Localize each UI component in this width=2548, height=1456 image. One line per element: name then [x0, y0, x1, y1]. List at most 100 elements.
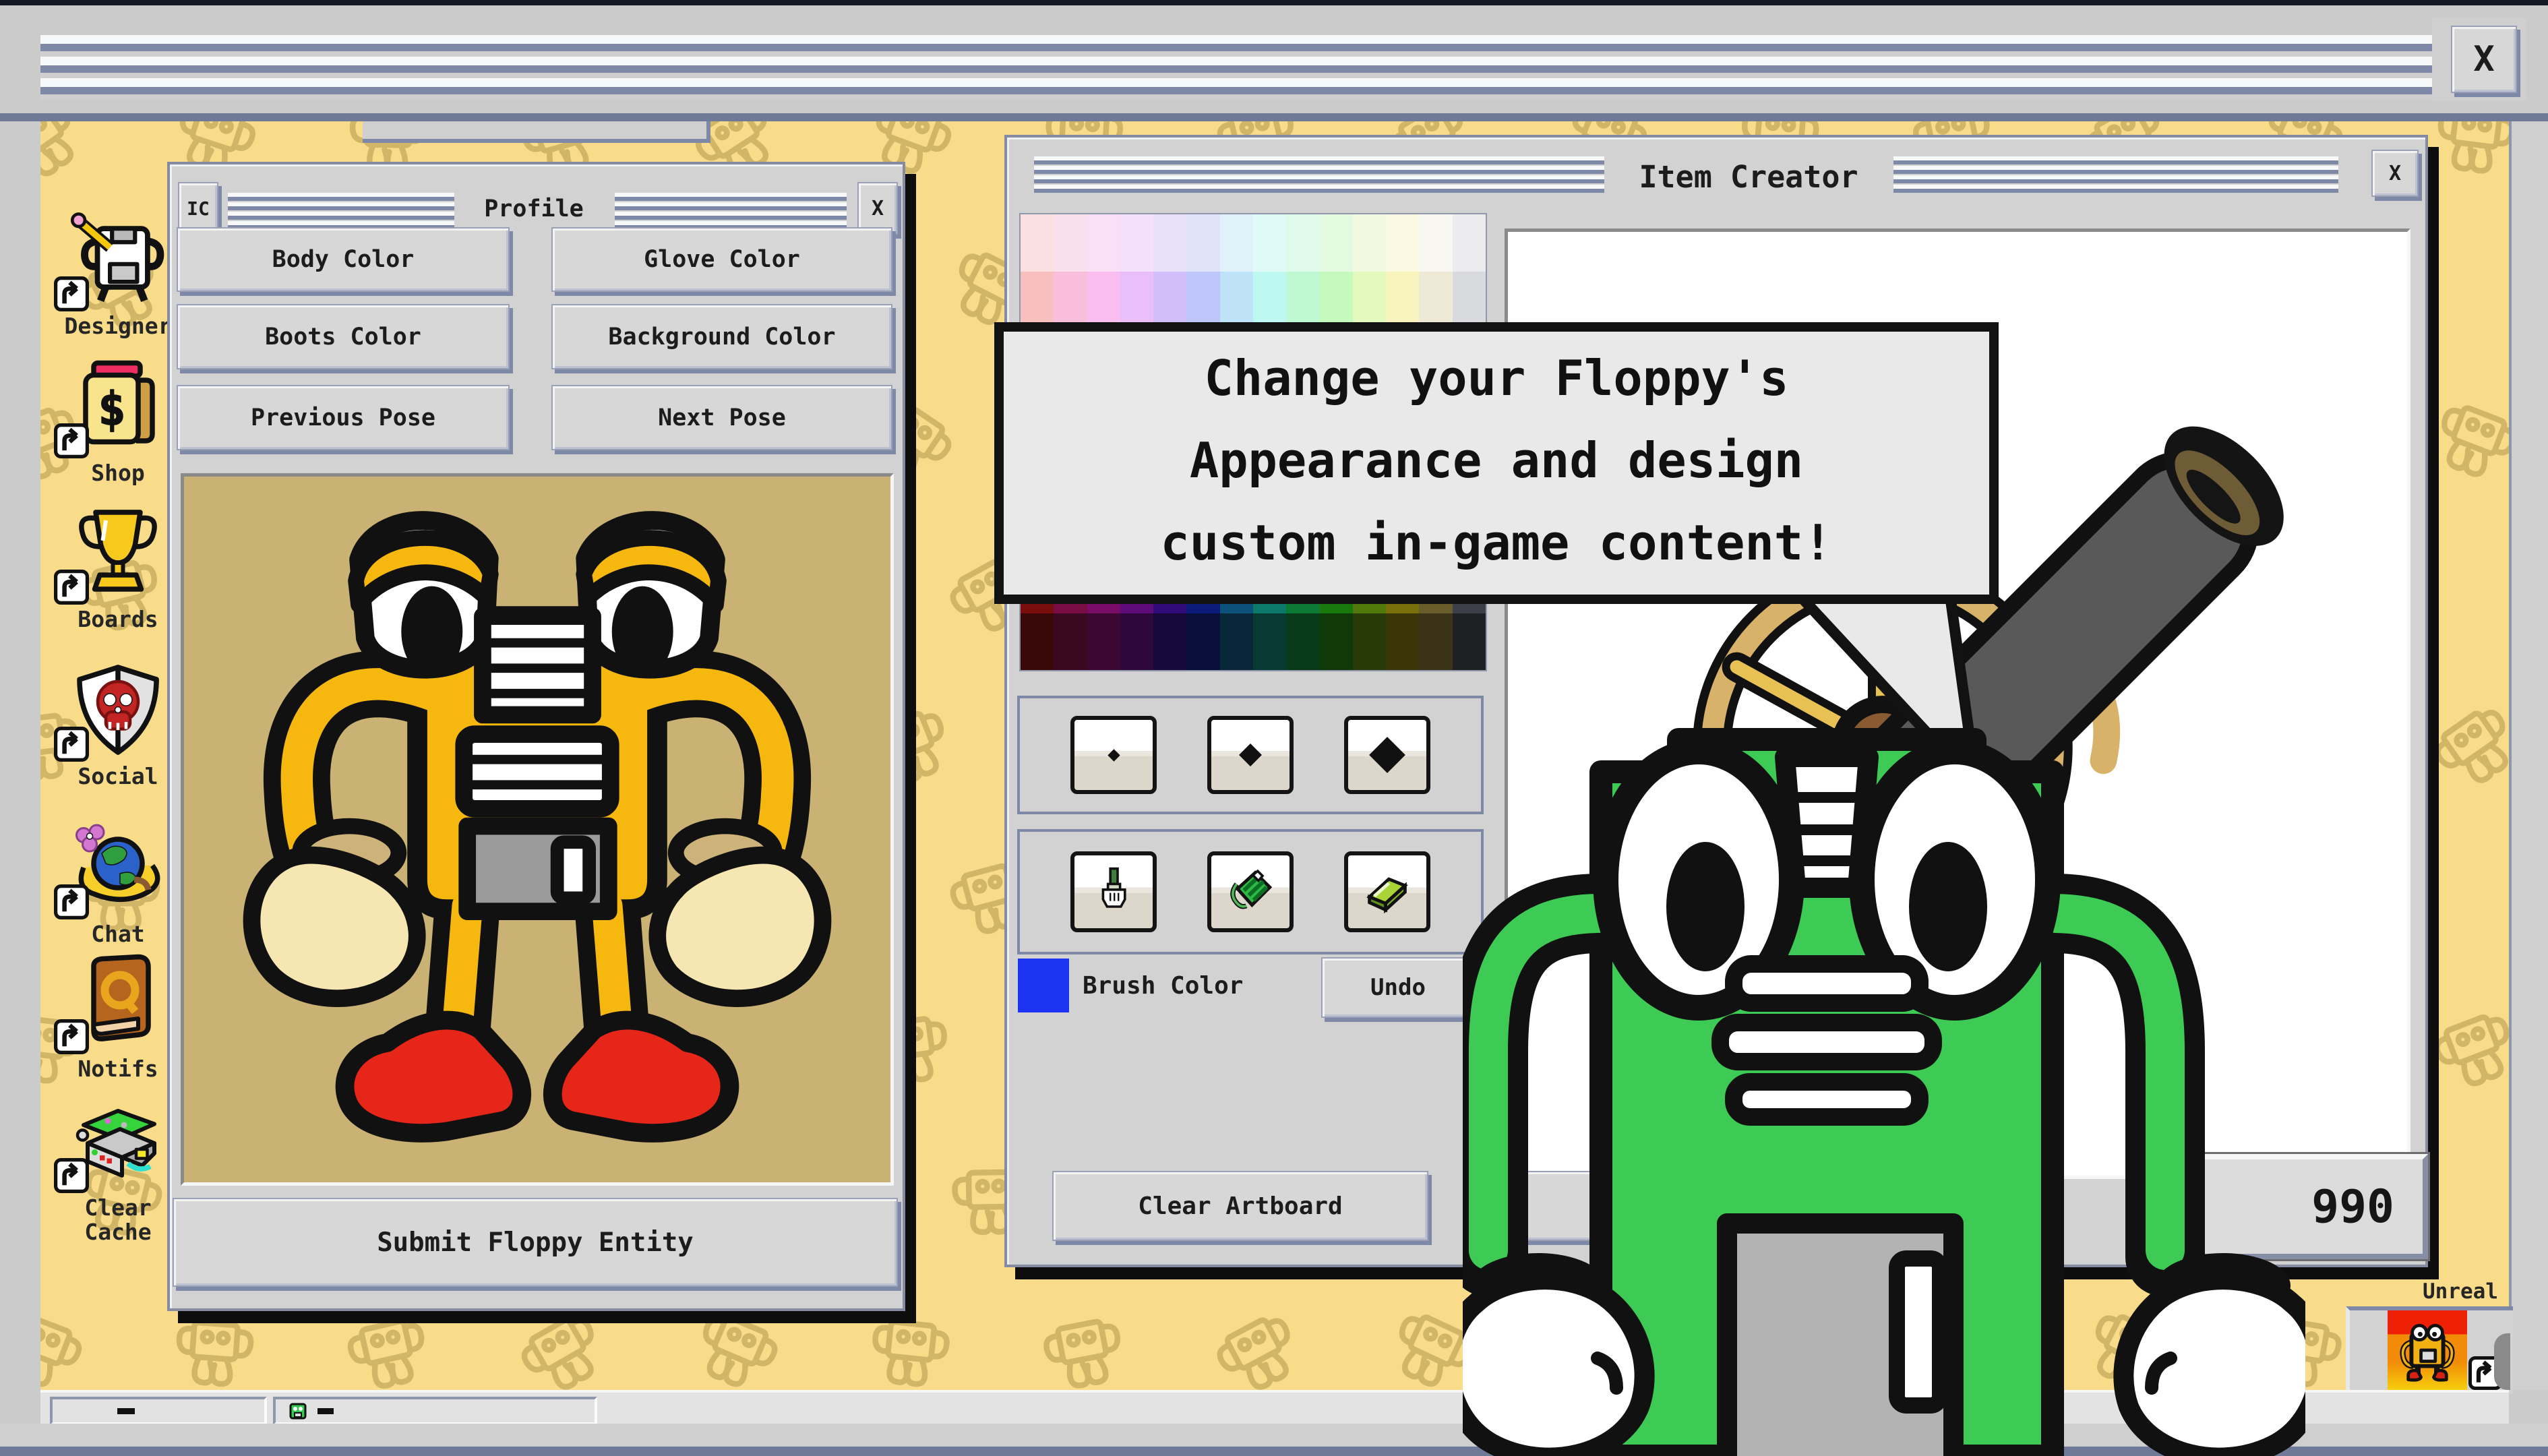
sidebar-item-designer[interactable]: Designer: [54, 206, 182, 338]
right-frame-column: [2509, 121, 2548, 1390]
brush-tool-button[interactable]: [1070, 851, 1157, 932]
wallpaper-doodle: [2490, 1130, 2509, 1269]
palette-cell[interactable]: [1087, 272, 1120, 329]
brush-color-swatch[interactable]: [1018, 959, 1069, 1012]
palette-cell[interactable]: [1286, 272, 1319, 329]
palette-cell[interactable]: [1186, 272, 1219, 329]
palette-cell[interactable]: [1419, 272, 1452, 329]
brush-size-small-button[interactable]: [1070, 716, 1157, 794]
palette-cell[interactable]: [1021, 272, 1054, 329]
svg-text:$: $: [98, 382, 126, 436]
palette-cell[interactable]: [1419, 613, 1452, 671]
palette-cell[interactable]: [1253, 272, 1286, 329]
palette-cell[interactable]: [1353, 613, 1386, 671]
top-frame-divider: [0, 113, 2548, 121]
sidebar-item-chat[interactable]: Chat: [54, 817, 182, 946]
item-creator-close-button[interactable]: X: [2371, 150, 2419, 197]
glove-color-button[interactable]: Glove Color: [551, 227, 892, 292]
palette-cell[interactable]: [1120, 613, 1153, 671]
unreal-icon[interactable]: [2388, 1310, 2467, 1390]
palette-cell[interactable]: [1220, 613, 1253, 671]
background-color-button[interactable]: Background Color: [551, 304, 892, 369]
wallpaper-doodle: [2482, 819, 2509, 974]
title-stripes: [228, 193, 454, 231]
clear-artboard-button[interactable]: Clear Artboard: [1052, 1171, 1428, 1241]
previous-pose-button[interactable]: Previous Pose: [177, 385, 510, 450]
palette-cell[interactable]: [1320, 613, 1353, 671]
palette-cell[interactable]: [1353, 272, 1386, 329]
palette-cell[interactable]: [1419, 214, 1452, 272]
eraser-icon: [1363, 866, 1412, 917]
palette-cell[interactable]: [1386, 613, 1419, 671]
brush-size-group: [1017, 696, 1484, 814]
top-title-stripes[interactable]: [40, 35, 2432, 100]
brush-size-medium-button[interactable]: [1207, 716, 1294, 794]
palette-cell[interactable]: [1286, 214, 1319, 272]
tools-group: [1017, 829, 1484, 954]
shortcut-badge: [54, 1158, 89, 1196]
sidebar-item-notifs[interactable]: Notifs: [54, 952, 182, 1081]
palette-cell[interactable]: [1186, 613, 1219, 671]
fill-tool-button[interactable]: [1207, 851, 1294, 932]
submit-floppy-entity-button[interactable]: Submit Floppy Entity: [173, 1198, 898, 1287]
wallpaper-doodle: [2490, 220, 2509, 359]
palette-cell[interactable]: [1320, 214, 1353, 272]
counter-value: 990: [2311, 1180, 2423, 1234]
icon-label: Social: [54, 764, 182, 789]
wallpaper-doodle: [1020, 1284, 1154, 1390]
palette-cell[interactable]: [1054, 214, 1087, 272]
sidebar-item-shop[interactable]: $ Shop: [54, 356, 182, 485]
icon-label: Shop: [54, 461, 182, 485]
window-title: Item Creator: [1614, 159, 1883, 195]
cursor-fragment: [2494, 1333, 2510, 1390]
palette-cell[interactable]: [1220, 214, 1253, 272]
profile-window: IC Profile X Body Color Glove Color Boot…: [167, 162, 905, 1311]
palette-cell[interactable]: [1220, 272, 1253, 329]
undo-button[interactable]: Undo: [1321, 957, 1475, 1018]
eraser-tool-button[interactable]: [1344, 851, 1430, 932]
palette-cell[interactable]: [1120, 272, 1153, 329]
body-color-button[interactable]: Body Color: [177, 227, 510, 292]
palette-cell[interactable]: [1253, 613, 1286, 671]
palette-cell[interactable]: [1353, 214, 1386, 272]
window-title: Profile: [460, 195, 608, 222]
palette-cell[interactable]: [1054, 272, 1087, 329]
next-pose-button[interactable]: Next Pose: [551, 385, 892, 450]
palette-cell[interactable]: [1386, 214, 1419, 272]
palette-cell[interactable]: [1386, 272, 1419, 329]
sidebar-item-social[interactable]: Social: [54, 659, 182, 789]
sidebar-item-clear-cache[interactable]: Clear Cache: [54, 1091, 182, 1244]
palette-cell[interactable]: [1054, 613, 1087, 671]
top-frame-edge: [0, 0, 2548, 5]
wallpaper-doodle: [40, 121, 123, 218]
brush-size-large-button[interactable]: [1344, 716, 1430, 794]
wallpaper-doodle: [40, 1277, 118, 1390]
palette-cell[interactable]: [1453, 613, 1486, 671]
palette-cell[interactable]: [1120, 214, 1153, 272]
palette-cell[interactable]: [1153, 214, 1186, 272]
palette-cell[interactable]: [1453, 272, 1486, 329]
brush-color-label: Brush Color: [1083, 972, 1298, 1000]
palette-cell[interactable]: [1087, 613, 1120, 671]
palette-cell[interactable]: [1153, 613, 1186, 671]
background-window-tab[interactable]: [363, 121, 710, 143]
taskbar-item-2[interactable]: [273, 1397, 597, 1425]
paint-bucket-icon: [1226, 866, 1275, 917]
palette-cell[interactable]: [1453, 214, 1486, 272]
screen-close-button[interactable]: X: [2451, 26, 2517, 93]
brush-icon: [1089, 866, 1138, 917]
palette-cell[interactable]: [1286, 613, 1319, 671]
palette-cell[interactable]: [1320, 272, 1353, 329]
palette-cell[interactable]: [1186, 214, 1219, 272]
boots-color-button[interactable]: Boots Color: [177, 304, 510, 369]
item-creator-title-bar[interactable]: Item Creator X: [1007, 138, 2425, 212]
taskbar-item-1[interactable]: [50, 1397, 267, 1425]
palette-cell[interactable]: [1021, 214, 1054, 272]
title-stripes: [615, 193, 847, 231]
speech-bubble: Change your Floppy's Appearance and desi…: [994, 322, 1999, 604]
palette-cell[interactable]: [1253, 214, 1286, 272]
sidebar-item-boards[interactable]: Boards: [54, 502, 182, 632]
palette-cell[interactable]: [1021, 613, 1054, 671]
palette-cell[interactable]: [1087, 214, 1120, 272]
palette-cell[interactable]: [1153, 272, 1186, 329]
